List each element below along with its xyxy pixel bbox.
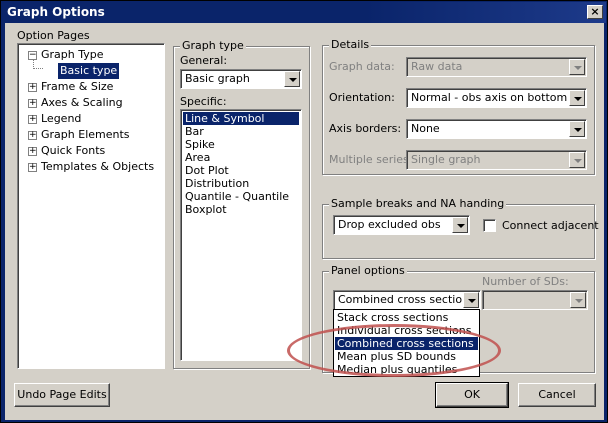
chevron-down-icon — [574, 97, 582, 101]
chevron-down-icon — [289, 78, 297, 82]
title-bar: Graph Options × — [2, 2, 606, 23]
window-title: Graph Options — [7, 5, 105, 19]
tree-item-frame-size[interactable]: + Frame & Size — [28, 79, 113, 95]
list-item[interactable]: Spike — [183, 138, 215, 151]
dropdown-option[interactable]: Mean plus SD bounds — [335, 350, 478, 363]
list-item[interactable]: Boxplot — [183, 203, 227, 216]
graph-data-label: Graph data: — [329, 60, 395, 73]
chevron-down-icon — [457, 224, 465, 228]
dropdown-button[interactable] — [284, 71, 300, 87]
cancel-button[interactable]: Cancel — [518, 383, 596, 407]
graph-data-select[interactable]: Raw data — [406, 57, 587, 77]
dropdown-option[interactable]: Individual cross sections — [335, 324, 478, 337]
panel-options-select[interactable]: Combined cross sections — [333, 290, 481, 310]
tree-item-basic-type[interactable]: Basic type — [58, 63, 120, 79]
dropdown-button[interactable] — [570, 292, 586, 308]
general-label: General: — [180, 54, 228, 67]
tree-item-label: Quick Fonts — [41, 144, 106, 157]
axis-borders-label: Axis borders: — [329, 122, 402, 135]
list-item[interactable]: Dot Plot — [183, 164, 229, 177]
chevron-down-icon — [575, 299, 583, 303]
tree-item-graph-elements[interactable]: + Graph Elements — [28, 127, 130, 143]
tree-item-label: Graph Type — [41, 48, 104, 61]
expand-icon[interactable]: + — [28, 114, 37, 124]
expand-icon[interactable]: + — [28, 130, 37, 140]
expand-icon[interactable]: + — [28, 162, 37, 172]
tree-item-label: Graph Elements — [41, 128, 130, 141]
expand-icon[interactable]: + — [28, 146, 37, 156]
sample-breaks-select[interactable]: Drop excluded obs — [333, 215, 470, 235]
connect-adjacent-checkbox[interactable] — [483, 219, 496, 232]
close-icon[interactable]: × — [587, 5, 603, 19]
multiple-series-label: Multiple series: — [329, 153, 413, 166]
tree-item-label: Templates & Objects — [41, 160, 155, 173]
axis-borders-value: None — [411, 122, 440, 135]
graph-type-group: Graph type General: Basic graph Specific… — [173, 39, 310, 369]
dropdown-option[interactable]: Median plus quantiles — [335, 363, 478, 376]
number-sds-select[interactable] — [482, 290, 588, 310]
orientation-label: Orientation: — [329, 91, 395, 104]
list-item[interactable]: Distribution — [183, 177, 249, 190]
multiple-series-value: Single graph — [411, 153, 481, 166]
list-item[interactable]: Quantile - Quantile — [183, 190, 289, 203]
connect-adjacent-label: Connect adjacent — [502, 219, 599, 232]
tree-item-label: Frame & Size — [41, 80, 114, 93]
dropdown-button[interactable] — [569, 90, 585, 106]
expand-icon[interactable]: + — [28, 82, 37, 92]
chevron-down-icon — [574, 128, 582, 132]
tree-item-templates-objects[interactable]: + Templates & Objects — [28, 159, 154, 175]
dropdown-button[interactable] — [569, 152, 585, 168]
panel-options-value: Combined cross sections — [338, 293, 475, 306]
graph-type-group-title: Graph type — [180, 39, 246, 52]
specific-list[interactable]: Line & Symbol Bar Spike Area Dot Plot Di… — [180, 109, 302, 361]
dropdown-button[interactable] — [463, 292, 479, 308]
undo-page-edits-button[interactable]: Undo Page Edits — [14, 383, 110, 407]
expand-icon[interactable]: + — [28, 98, 37, 108]
multiple-series-select[interactable]: Single graph — [406, 150, 587, 170]
tree-connector — [33, 68, 43, 69]
dropdown-button[interactable] — [569, 59, 585, 75]
option-pages-label: Option Pages — [17, 29, 90, 42]
dropdown-button[interactable] — [569, 121, 585, 137]
tree-item-graph-type[interactable]: − Graph Type — [28, 47, 104, 63]
sample-breaks-value: Drop excluded obs — [338, 218, 441, 231]
details-group-title: Details — [329, 38, 372, 51]
details-group: Details Graph data: Raw data Orientation… — [322, 38, 595, 175]
option-pages-tree[interactable]: − Graph Type Basic type + Frame & Size + Ax… — [17, 43, 165, 369]
chevron-down-icon — [574, 159, 582, 163]
graph-options-dialog: Graph Options × Option Pages − Graph Type… — [0, 0, 608, 423]
list-item[interactable]: Line & Symbol — [183, 112, 299, 125]
sample-breaks-group: Sample breaks and NA handing Drop exclud… — [322, 197, 599, 259]
list-item[interactable]: Bar — [183, 125, 204, 138]
dialog-client: Option Pages − Graph Type Basic type + Fra… — [5, 23, 604, 420]
tree-item-legend[interactable]: + Legend — [28, 111, 81, 127]
specific-label: Specific: — [180, 95, 227, 108]
dropdown-button[interactable] — [452, 217, 468, 233]
ok-button[interactable]: OK — [435, 382, 509, 408]
chevron-down-icon — [468, 299, 476, 303]
general-select[interactable]: Basic graph — [180, 69, 302, 89]
dropdown-option-selected[interactable]: Combined cross sections — [335, 337, 478, 350]
number-sds-label: Number of SDs: — [482, 275, 569, 288]
list-item[interactable]: Area — [183, 151, 210, 164]
tree-item-label: Axes & Scaling — [41, 96, 123, 109]
dropdown-option[interactable]: Stack cross sections — [335, 311, 478, 324]
tree-item-axes-scaling[interactable]: + Axes & Scaling — [28, 95, 123, 111]
sample-breaks-group-title: Sample breaks and NA handing — [329, 197, 507, 210]
chevron-down-icon — [574, 66, 582, 70]
tree-item-label: Legend — [41, 112, 82, 125]
graph-data-value: Raw data — [411, 60, 463, 73]
general-select-value: Basic graph — [185, 72, 250, 85]
orientation-select[interactable]: Normal - obs axis on bottom — [406, 88, 587, 108]
panel-options-dropdown-list[interactable]: Stack cross sections Individual cross se… — [333, 309, 480, 377]
axis-borders-select[interactable]: None — [406, 119, 587, 139]
panel-options-group-title: Panel options — [329, 264, 407, 277]
orientation-value: Normal - obs axis on bottom — [411, 91, 568, 104]
tree-item-quick-fonts[interactable]: + Quick Fonts — [28, 143, 105, 159]
